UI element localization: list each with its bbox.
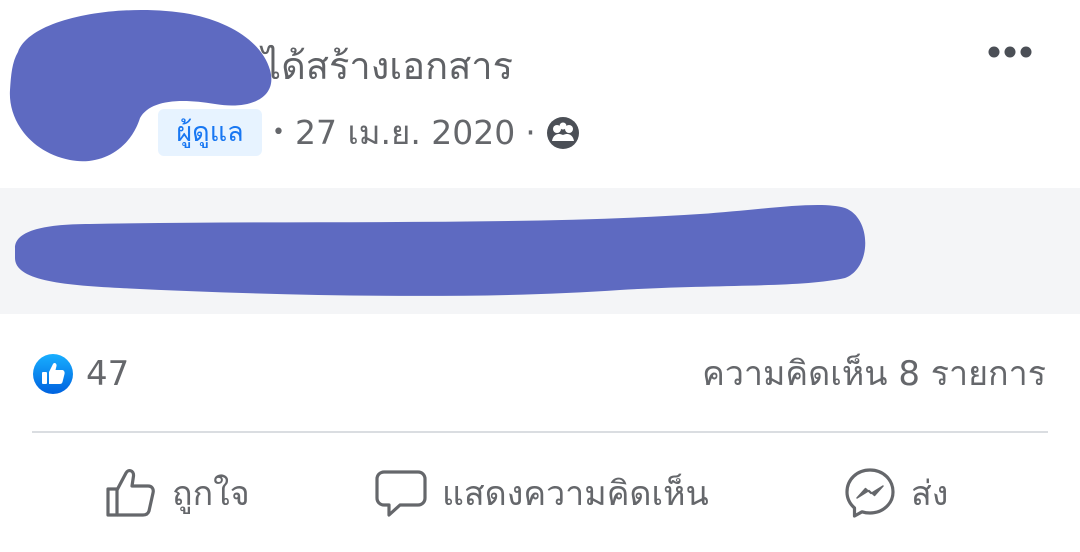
post-date[interactable]: 27 เม.ย. 2020 (295, 108, 515, 158)
like-label: ถูกใจ (172, 474, 250, 514)
comment-label: แสดงความคิดเห็น (442, 474, 709, 514)
group-icon (546, 117, 579, 149)
meta-separator: • (272, 120, 285, 145)
messenger-icon (845, 468, 895, 518)
like-count[interactable]: 47 (86, 350, 129, 398)
post-content (0, 188, 1080, 314)
comment-count[interactable]: ความคิดเห็น 8 รายการ (702, 350, 1046, 398)
redacted-content (15, 204, 866, 296)
like-reaction-icon[interactable] (32, 353, 74, 395)
thumbs-up-icon (106, 469, 155, 517)
meta-dot: · (525, 113, 536, 152)
comment-icon (375, 470, 427, 517)
like-button[interactable]: ถูกใจ (104, 455, 250, 531)
post-meta: • 27 เม.ย. 2020 · (272, 108, 580, 158)
more-options-icon[interactable] (982, 32, 1038, 72)
post-title: ได้สร้างเอกสาร (262, 44, 514, 88)
divider (32, 431, 1048, 433)
admin-badge[interactable]: ผู้ดูแล (158, 109, 262, 156)
comment-button[interactable]: แสดงความคิดเห็น (374, 455, 709, 531)
send-label: ส่ง (911, 474, 949, 514)
send-button[interactable]: ส่ง (843, 455, 948, 531)
